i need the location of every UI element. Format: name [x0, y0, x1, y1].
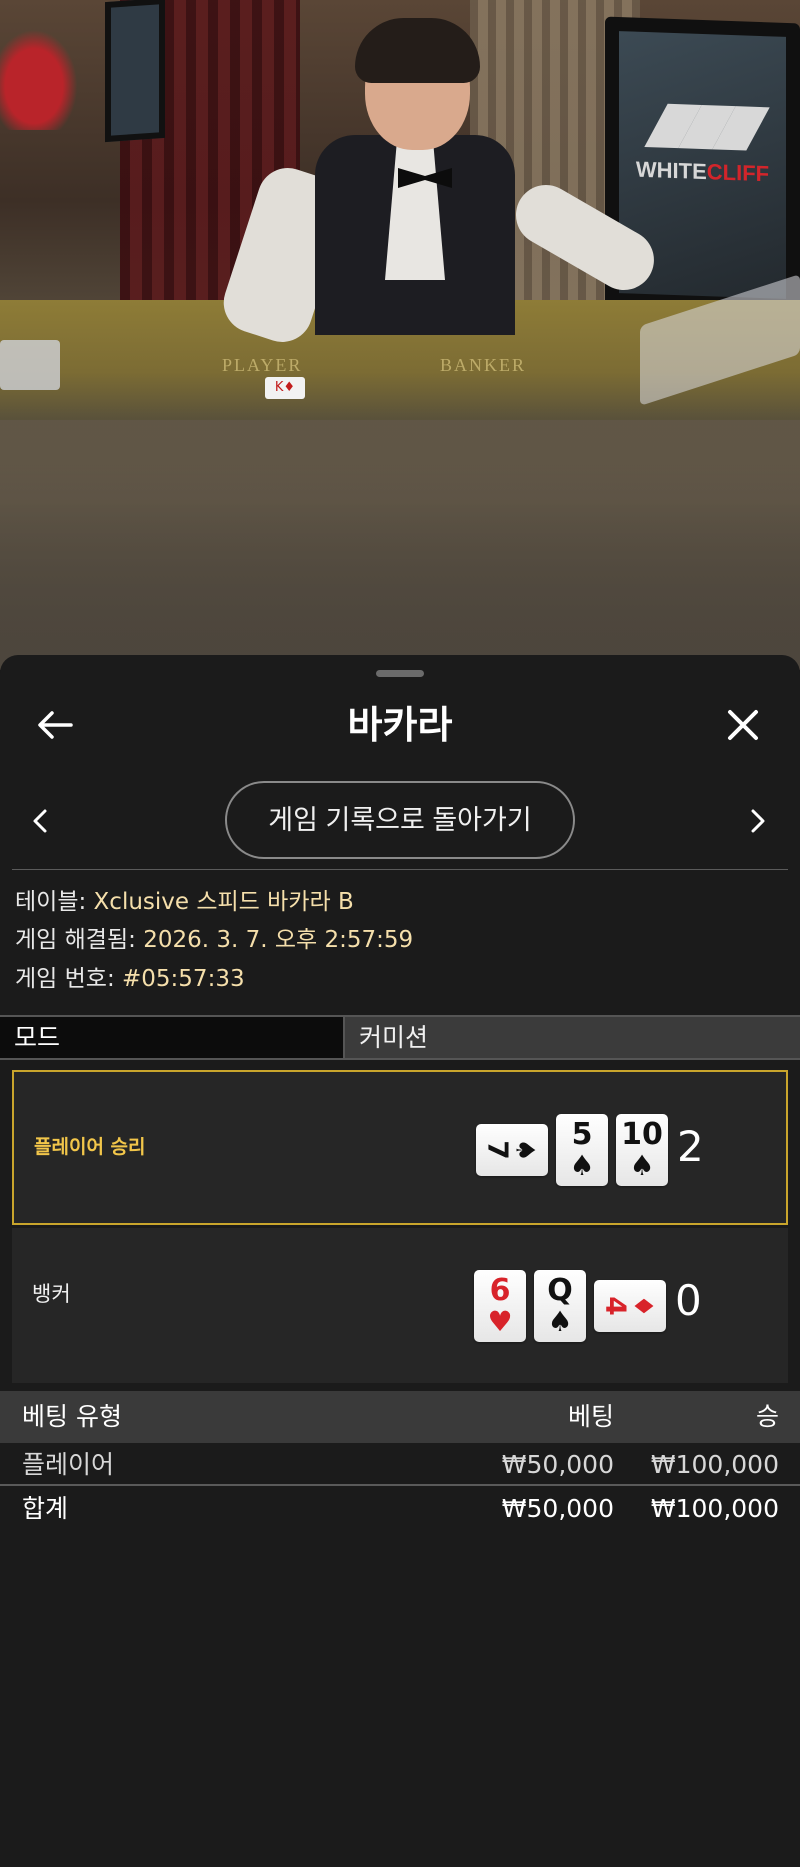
divider	[12, 869, 788, 870]
playing-card: 6 ♥	[474, 1270, 526, 1342]
playing-card: 4 ♦	[594, 1280, 666, 1332]
playing-card: 10 ♠	[616, 1114, 668, 1186]
playing-card: 5 ♠	[556, 1114, 608, 1186]
card-rank: 10	[621, 1117, 663, 1152]
mode-bar: 모드 커미션	[0, 1015, 800, 1060]
card-suit-icon: ♠	[547, 1305, 573, 1338]
whitecliff-logo	[643, 103, 770, 151]
header-bet: 베팅	[567, 1402, 614, 1431]
playing-card: 7 ♠	[476, 1124, 548, 1176]
total-bet: ₩50,000	[501, 1494, 614, 1523]
table-row: 플레이어 ₩50,000 ₩100,000	[0, 1444, 800, 1486]
card-suit-icon: ♠	[509, 1138, 540, 1162]
back-button[interactable]	[30, 695, 80, 755]
player-result: 플레이어 승리 7 ♠ 5 ♠ 10 ♠ 2	[12, 1070, 788, 1225]
close-icon	[728, 710, 758, 740]
resolved-info-label: 게임 해결됨:	[15, 927, 136, 953]
chevron-left-icon	[33, 809, 47, 833]
player-score: 2	[677, 1122, 704, 1171]
total-win: ₩100,000	[650, 1494, 779, 1523]
table-info: 테이블: Xclusive 스피드 바카라 B	[15, 886, 354, 918]
table-label-banker: BANKER	[440, 355, 527, 375]
table-info-label: 테이블:	[15, 889, 87, 915]
table-card: K♦	[265, 377, 305, 399]
game-number-value: #05:57:33	[122, 966, 245, 992]
resolved-info-value: 2026. 3. 7. 오후 2:57:59	[143, 927, 414, 953]
bet-amount-cell: ₩50,000	[501, 1450, 614, 1479]
close-button[interactable]	[718, 695, 768, 755]
chevron-right-icon	[751, 809, 765, 833]
page-title: 바카라	[347, 703, 453, 747]
game-number-label: 게임 번호:	[15, 966, 115, 992]
game-detail-sheet: 바카라 게임 기록으로 돌아가기 테이블: Xclusive 스피드 바카라 B…	[0, 655, 800, 1867]
tab-commission[interactable]: 커미션	[345, 1017, 800, 1058]
player-result-label: 플레이어 승리	[34, 1136, 146, 1158]
card-rank: 6	[489, 1273, 511, 1308]
game-number-info: 게임 번호: #05:57:33	[15, 963, 245, 995]
card-rank: 5	[571, 1117, 593, 1152]
win-amount-cell: ₩100,000	[650, 1450, 779, 1479]
brand-name: WHITECLIFF	[635, 156, 770, 187]
tab-mode[interactable]: 모드	[0, 1017, 345, 1058]
card-rank: 7	[481, 1140, 515, 1160]
banker-score: 0	[675, 1276, 702, 1325]
next-game-button[interactable]	[738, 791, 778, 851]
bets-table-header: 베팅 유형 베팅 승	[0, 1391, 800, 1443]
dealer-hair	[355, 18, 480, 83]
card-suit-icon: ♦	[627, 1294, 658, 1318]
table-label-player: PLAYER	[222, 355, 303, 375]
prev-game-button[interactable]	[20, 791, 60, 851]
total-label: 합계	[22, 1494, 69, 1523]
header-win: 승	[755, 1402, 779, 1431]
banker-result-label: 뱅커	[32, 1282, 71, 1306]
card-suit-icon: ♥	[487, 1305, 513, 1338]
card-suit-icon: ♠	[629, 1149, 655, 1182]
card-suit-icon: ♠	[569, 1149, 595, 1182]
side-screen	[105, 0, 165, 143]
card-rank: 4	[599, 1296, 633, 1316]
banker-result: 뱅커 6 ♥ Q ♠ 4 ♦ 0	[12, 1228, 788, 1383]
resolved-info: 게임 해결됨: 2026. 3. 7. 오후 2:57:59	[15, 924, 413, 956]
sheet-header: 바카라	[0, 695, 800, 755]
game-navigation: 게임 기록으로 돌아가기	[0, 781, 800, 861]
header-bet-type: 베팅 유형	[22, 1402, 122, 1431]
table-info-value: Xclusive 스피드 바카라 B	[93, 889, 354, 915]
bet-type-cell: 플레이어	[22, 1450, 115, 1479]
card-rank: Q	[547, 1273, 573, 1308]
drag-handle[interactable]	[376, 670, 424, 677]
card-deck	[0, 340, 60, 390]
back-to-history-button[interactable]: 게임 기록으로 돌아가기	[225, 781, 575, 859]
total-row: 합계 ₩50,000 ₩100,000	[0, 1488, 800, 1530]
background-dealer	[0, 20, 85, 130]
arrow-left-icon	[38, 711, 73, 739]
playing-card: Q ♠	[534, 1270, 586, 1342]
live-video: WHITECLIFF PLAYER BANKER K♦	[0, 0, 800, 670]
